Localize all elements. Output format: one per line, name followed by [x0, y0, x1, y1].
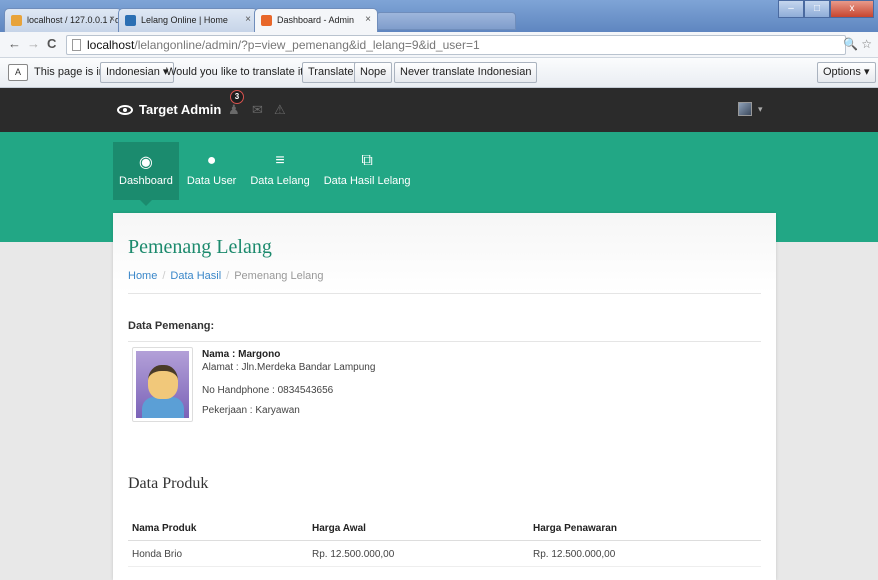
url-path: /lelangonline/admin/?p=view_pemenang&id_… [134, 38, 480, 52]
nav-data-user[interactable]: ● Data User [181, 142, 243, 200]
avatar-body [142, 397, 184, 418]
winner-phone: No Handphone : 0834543656 [202, 385, 334, 396]
options-button[interactable]: Options ▾ [817, 62, 876, 83]
translate-lead-text: This page is in [34, 66, 105, 78]
nav-label: Dashboard [119, 175, 173, 187]
translate-icon: A [8, 64, 28, 81]
nav-data-lelang[interactable]: ≡ Data Lelang [244, 142, 315, 200]
winner-name: Nama : Margono [202, 349, 281, 360]
page-icon [72, 39, 81, 51]
breadcrumb-data-hasil[interactable]: Data Hasil [170, 270, 221, 282]
browser-tab-phpmyadmin[interactable]: localhost / 127.0.0.1 / db_ × [4, 8, 122, 32]
avatar [136, 351, 189, 418]
tab-close-icon[interactable]: × [109, 9, 115, 31]
table-row: Honda Brio Rp. 12.500.000,00 Rp. 12.500.… [128, 541, 761, 567]
column-header: Harga Awal [312, 523, 366, 534]
forward-arrow-icon[interactable]: → [27, 36, 40, 51]
nav-label: Data User [186, 175, 237, 187]
phpmyadmin-favicon-icon [11, 15, 22, 26]
browser-tab-lelang-home[interactable]: Lelang Online | Home × [118, 8, 258, 32]
divider [128, 293, 761, 294]
lelang-favicon-icon [125, 15, 136, 26]
address-bar: ← → C localhost/lelangonline/admin/?p=vi… [0, 32, 878, 58]
table-cell: Rp. 12.500.000,00 [533, 549, 616, 560]
winner-address: Alamat : Jln.Merdeka Bandar Lampung [202, 362, 376, 373]
winner-job: Pekerjaan : Karyawan [202, 405, 300, 416]
nope-button[interactable]: Nope [354, 62, 393, 83]
notification-badge: 3 [230, 90, 244, 104]
chevron-down-icon[interactable]: ▾ [758, 104, 763, 115]
user-avatar[interactable] [738, 102, 752, 116]
back-arrow-icon[interactable]: ← [8, 36, 21, 51]
main-nav: ◉ Dashboard ● Data User ≡ Data Lelang ⧉ … [113, 142, 417, 206]
translate-question-text: Would you like to translate it? [166, 66, 310, 78]
user-notification-icon[interactable]: ♟ [228, 102, 240, 118]
translate-bar: A This page is in Indonesian ▾ Would you… [0, 58, 878, 88]
product-section-title: Data Produk [128, 475, 209, 492]
avatar-head [148, 365, 178, 399]
winner-info: Nama : Margono Alamat : Jln.Merdeka Band… [202, 350, 375, 426]
url-input[interactable]: localhost/lelangonline/admin/?p=view_pem… [66, 35, 846, 55]
eye-logo-icon [117, 105, 133, 115]
divider [128, 341, 761, 342]
breadcrumb-separator: / [226, 270, 230, 282]
tab-title: localhost / 127.0.0.1 / db_ [27, 15, 122, 25]
nav-label: Data Lelang [250, 175, 310, 187]
never-translate-button[interactable]: Never translate Indonesian [394, 62, 538, 83]
tab-close-icon[interactable]: × [245, 9, 251, 31]
maximize-button[interactable]: □ [804, 0, 830, 18]
content-panel: Pemenang Lelang Home / Data Hasil / Pemenang… [113, 213, 776, 580]
close-window-button[interactable]: x [830, 0, 874, 18]
new-tab-button[interactable] [376, 12, 516, 30]
translate-button[interactable]: Translate [302, 62, 360, 83]
url-host: localhost [87, 38, 135, 52]
nav-dashboard[interactable]: ◉ Dashboard [113, 142, 179, 206]
window-controls: – □ x [778, 0, 874, 20]
alert-icon[interactable]: ⚠ [274, 102, 286, 118]
winner-section-label: Data Pemenang: [128, 320, 215, 332]
language-select[interactable]: Indonesian ▾ [100, 62, 175, 83]
nav-data-hasil-lelang[interactable]: ⧉ Data Hasil Lelang [318, 142, 417, 200]
table-cell: Honda Brio [132, 549, 183, 560]
breadcrumb-current: Pemenang Lelang [234, 270, 324, 282]
winner-photo [132, 347, 193, 422]
nav-label: Data Hasil Lelang [323, 175, 411, 187]
breadcrumb-separator: / [162, 270, 166, 282]
user-icon: ● [206, 152, 217, 169]
brand-name: Target Admin [139, 102, 222, 117]
tab-title: Dashboard - Admin [277, 15, 355, 25]
zoom-bookmark-icons[interactable]: 🔍 ☆ [843, 37, 872, 51]
dashboard-icon: ◉ [138, 154, 153, 171]
dashboard-favicon-icon [261, 15, 272, 26]
tab-close-icon[interactable]: × [365, 9, 371, 31]
copy-icon: ⧉ [361, 152, 373, 169]
page-title: Pemenang Lelang [128, 236, 272, 258]
product-table-header: Nama Produk Harga Awal Harga Penawaran [128, 515, 761, 541]
list-icon: ≡ [275, 152, 285, 169]
brand[interactable]: Target Admin [117, 102, 221, 117]
table-cell: Rp. 12.500.000,00 [312, 549, 395, 560]
tab-title: Lelang Online | Home [141, 15, 228, 25]
browser-tab-dashboard-admin[interactable]: Dashboard - Admin × [254, 8, 378, 32]
panel-header: Pemenang Lelang Home / Data Hasil / Pemenang… [113, 213, 776, 293]
breadcrumb: Home / Data Hasil / Pemenang Lelang [128, 270, 324, 282]
column-header: Nama Produk [132, 523, 197, 534]
breadcrumb-home[interactable]: Home [128, 270, 157, 282]
browser-titlebar: localhost / 127.0.0.1 / db_ × Lelang Onl… [0, 0, 878, 32]
minimize-button[interactable]: – [778, 0, 804, 18]
mail-icon[interactable]: ✉ [252, 102, 263, 118]
reload-icon[interactable]: C [47, 36, 56, 51]
column-header: Harga Penawaran [533, 523, 617, 534]
